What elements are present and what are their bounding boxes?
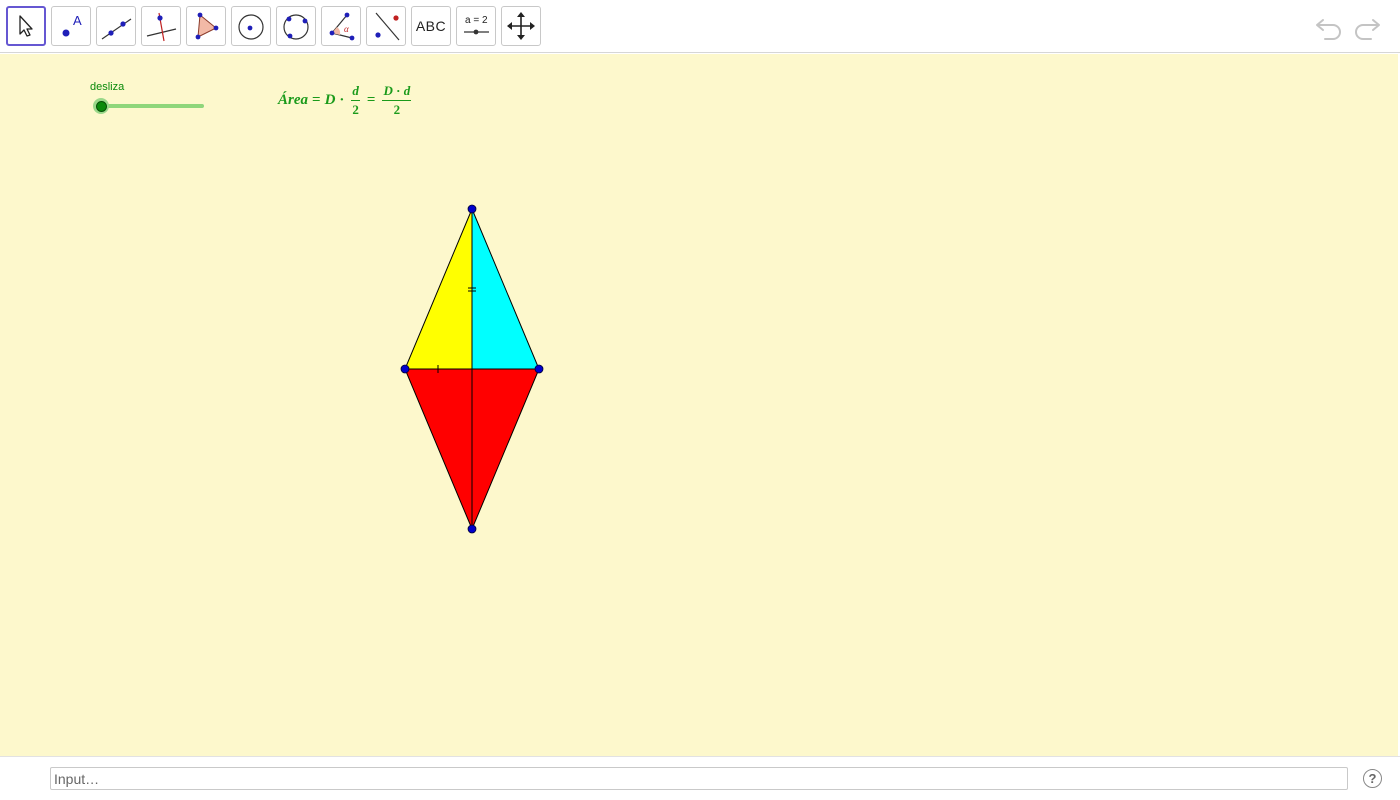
svg-text:α: α (344, 24, 349, 34)
line-tool-button[interactable] (96, 6, 136, 46)
svg-text:A: A (73, 13, 82, 28)
angle-tool-button[interactable]: α (321, 6, 361, 46)
circle-three-points-icon (283, 14, 309, 40)
circle-center-point-icon (238, 14, 264, 40)
text-icon: ABC (415, 18, 447, 34)
perpendicular-line-tool-button[interactable] (141, 6, 181, 46)
cursor-arrow-icon (19, 15, 33, 37)
slider-tool-button[interactable]: a = 2 (456, 6, 496, 46)
toolbar: A α ABC a = 2 (0, 0, 1400, 53)
circle-three-points-tool-button[interactable] (276, 6, 316, 46)
yellow-triangle (404, 208, 473, 370)
rhombus-figure (400, 204, 544, 534)
angle-icon: α (329, 12, 355, 41)
undo-button[interactable] (1313, 12, 1345, 42)
vertex-top[interactable] (467, 204, 477, 214)
move-graphics-view-tool-button[interactable] (501, 6, 541, 46)
algebra-input-bar: ? (0, 756, 1400, 800)
move-tool-button[interactable] (6, 6, 46, 46)
reflect-about-line-icon (375, 12, 400, 41)
graphics-view[interactable]: desliza Área = D · d 2 = D · d 2 (0, 54, 1398, 756)
undo-icon (1316, 19, 1341, 40)
vertex-left[interactable] (400, 364, 410, 374)
help-icon[interactable]: ? (1363, 769, 1382, 788)
vertex-right[interactable] (534, 364, 544, 374)
slider-icon: a = 2 (464, 15, 489, 35)
line-through-points-icon (101, 18, 132, 40)
point-tool-button[interactable]: A (51, 6, 91, 46)
reflect-tool-button[interactable] (366, 6, 406, 46)
point-icon: A (62, 13, 82, 37)
cyan-triangle (471, 208, 540, 370)
vertex-bottom[interactable] (467, 524, 477, 534)
slider-icon-label: a = 2 (465, 15, 488, 26)
perpendicular-line-icon (146, 12, 177, 42)
circle-tool-button[interactable] (231, 6, 271, 46)
text-tool-button[interactable]: ABC (411, 6, 451, 46)
algebra-input-field[interactable] (50, 767, 1348, 790)
polygon-icon (195, 12, 219, 40)
redo-icon (1355, 19, 1380, 40)
polygon-tool-button[interactable] (186, 6, 226, 46)
move-arrows-icon (507, 12, 535, 40)
redo-button[interactable] (1351, 12, 1383, 42)
